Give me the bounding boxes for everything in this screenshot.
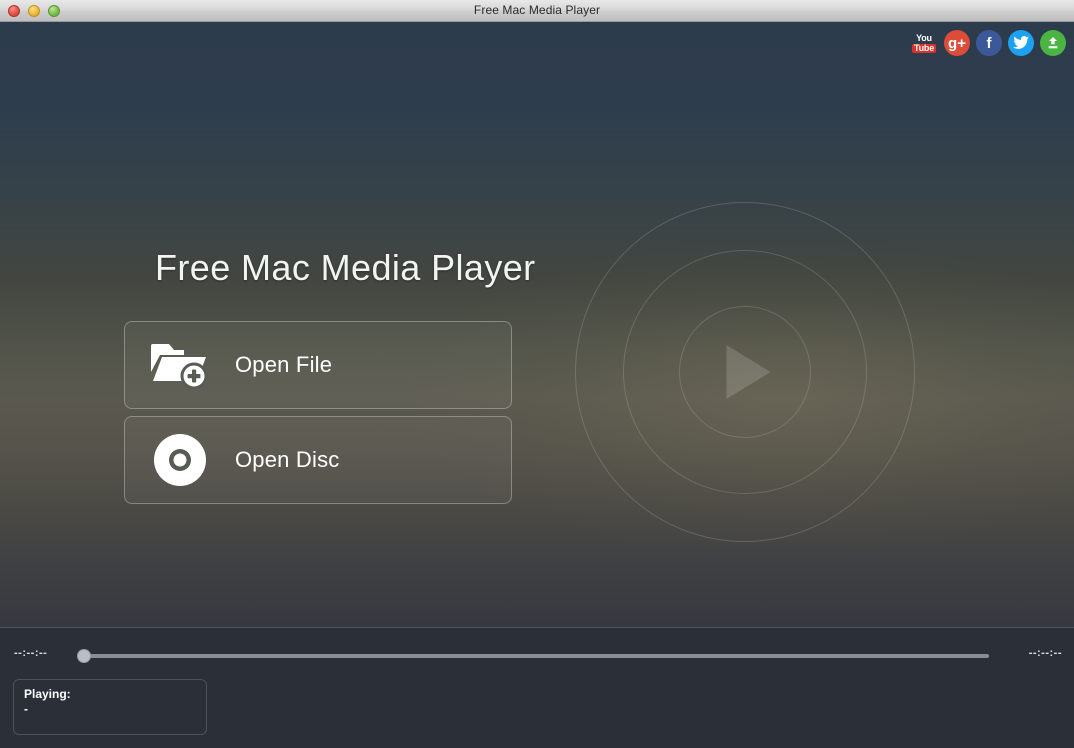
folder-add-icon bbox=[125, 340, 235, 390]
folder-add-glyph bbox=[149, 340, 211, 390]
youtube-label-bottom: Tube bbox=[912, 44, 936, 53]
video-stage[interactable]: You Tube g+ f Free Mac Media bbox=[0, 22, 1074, 627]
youtube-label-top: You bbox=[916, 34, 932, 43]
seek-row: --:--:-- --:--:-- bbox=[0, 646, 1074, 666]
app-window: Free Mac Media Player You Tube g+ f bbox=[0, 0, 1074, 748]
seek-slider[interactable] bbox=[84, 654, 989, 658]
disc-glyph bbox=[152, 432, 208, 488]
twitter-bird-glyph bbox=[1013, 36, 1029, 50]
title-bar: Free Mac Media Player bbox=[0, 0, 1074, 22]
seek-slider-thumb[interactable] bbox=[77, 649, 91, 663]
now-playing-label: Playing: bbox=[24, 687, 196, 702]
now-playing-value: - bbox=[24, 702, 196, 717]
social-links: You Tube g+ f bbox=[910, 30, 1066, 56]
google-plus-glyph: g+ bbox=[948, 36, 966, 51]
twitter-icon[interactable] bbox=[1008, 30, 1034, 56]
disc-icon bbox=[125, 432, 235, 488]
open-disc-label: Open Disc bbox=[235, 447, 340, 473]
youtube-icon[interactable]: You Tube bbox=[910, 30, 938, 56]
share-icon[interactable] bbox=[1040, 30, 1066, 56]
facebook-glyph: f bbox=[987, 36, 992, 51]
window-title: Free Mac Media Player bbox=[0, 3, 1074, 17]
google-plus-icon[interactable]: g+ bbox=[944, 30, 970, 56]
open-file-label: Open File bbox=[235, 352, 332, 378]
elapsed-time: --:--:-- bbox=[14, 647, 47, 659]
open-file-button[interactable]: Open File bbox=[124, 321, 512, 409]
player-controls-bar: --:--:-- --:--:-- Playing: - bbox=[0, 627, 1074, 748]
share-arrow-glyph bbox=[1045, 35, 1061, 51]
total-time: --:--:-- bbox=[1029, 647, 1062, 659]
now-playing-panel: Playing: - bbox=[13, 679, 207, 735]
play-triangle-icon bbox=[727, 345, 771, 399]
play-circle-icon bbox=[525, 152, 965, 592]
facebook-icon[interactable]: f bbox=[976, 30, 1002, 56]
open-disc-button[interactable]: Open Disc bbox=[124, 416, 512, 504]
page-title: Free Mac Media Player bbox=[155, 247, 536, 289]
